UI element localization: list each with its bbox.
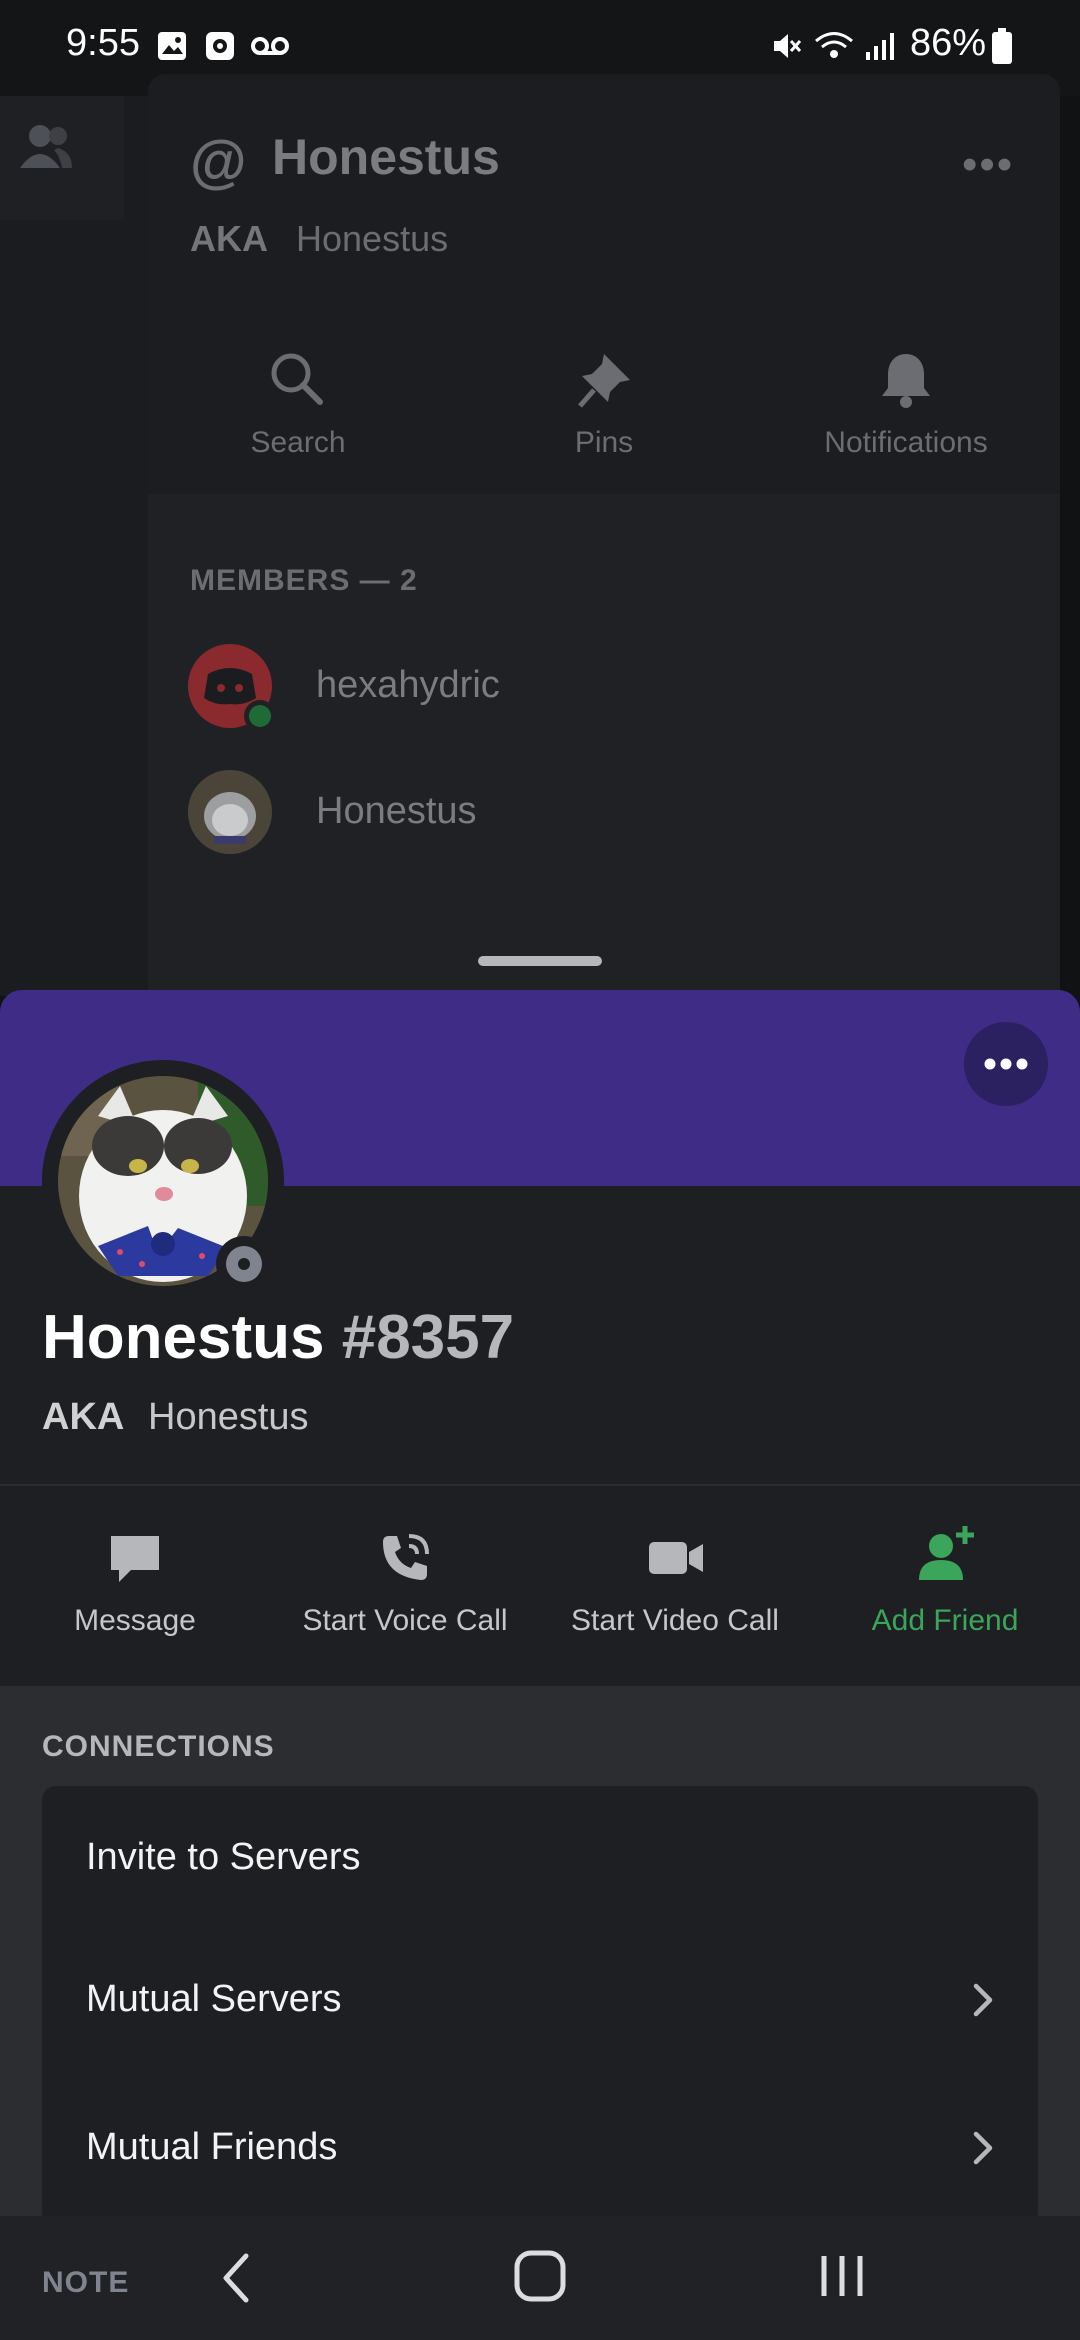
cat-photo-icon [188, 770, 272, 854]
at-symbol: @ [190, 129, 247, 194]
mute-icon [774, 34, 802, 58]
voice-call-label: Start Voice Call [302, 1604, 508, 1637]
bell-icon[interactable] [876, 350, 936, 410]
connections-header: CONNECTIONS [42, 1730, 275, 1763]
pin-icon[interactable] [574, 350, 634, 410]
video-call-label: Start Video Call [571, 1604, 779, 1637]
mutual-friends-label: Mutual Friends [86, 2126, 338, 2168]
more-options-button[interactable] [964, 1022, 1048, 1106]
username-text: Honestus [42, 1303, 325, 1372]
tool-pins-label[interactable]: Pins [494, 426, 714, 460]
members-header: MEMBERS — 2 [190, 564, 418, 597]
chevron-right-icon [973, 1983, 993, 2017]
drawer-aka-name: Honestus [296, 218, 449, 259]
status-time: 9:55 [66, 22, 140, 64]
home-icon[interactable] [512, 2248, 568, 2304]
invite-to-servers-label: Invite to Servers [86, 1836, 361, 1878]
voice-call-icon [383, 1534, 429, 1580]
drawer-more-icon[interactable]: ••• [962, 140, 1014, 190]
discriminator: #8357 [341, 1303, 515, 1372]
recents-icon[interactable] [814, 2250, 870, 2302]
screen-record-icon [206, 32, 234, 60]
sheet-drag-handle[interactable] [478, 956, 602, 966]
avatar [188, 770, 272, 854]
back-icon[interactable] [214, 2250, 258, 2306]
member-name[interactable]: hexahydric [316, 664, 500, 707]
aka-label: AKA [42, 1396, 125, 1438]
add-friend-label: Add Friend [871, 1604, 1019, 1637]
signal-icon [866, 33, 894, 60]
message-label: Message [74, 1604, 196, 1637]
more-icon [984, 1058, 1028, 1070]
friends-icon [20, 125, 72, 168]
note-label: NOTE [42, 2266, 130, 2299]
aka-name: Honestus [148, 1396, 309, 1438]
battery-icon [992, 28, 1012, 64]
online-status-dot [249, 705, 271, 727]
channel-list-background [0, 96, 148, 996]
offline-status-hole [238, 1258, 250, 1270]
wifi-icon [815, 32, 853, 58]
search-icon[interactable] [266, 348, 326, 408]
voicemail-icon [251, 37, 289, 55]
member-name[interactable]: Honestus [316, 790, 477, 833]
chevron-right-icon [973, 2131, 993, 2165]
gallery-icon [158, 32, 186, 60]
profile-username: Honestus #8357 [42, 1302, 514, 1373]
battery-percent: 86% [910, 22, 987, 64]
message-icon [111, 1536, 159, 1582]
add-friend-icon [919, 1526, 974, 1580]
drawer-aka-label: AKA [190, 218, 268, 259]
tool-notifications-label[interactable]: Notifications [796, 426, 1016, 460]
mutual-servers-label: Mutual Servers [86, 1978, 342, 2020]
tool-search-label[interactable]: Search [188, 426, 408, 460]
video-call-icon [649, 1542, 703, 1574]
drawer-title: Honestus [272, 129, 500, 185]
divider [0, 1484, 1080, 1486]
